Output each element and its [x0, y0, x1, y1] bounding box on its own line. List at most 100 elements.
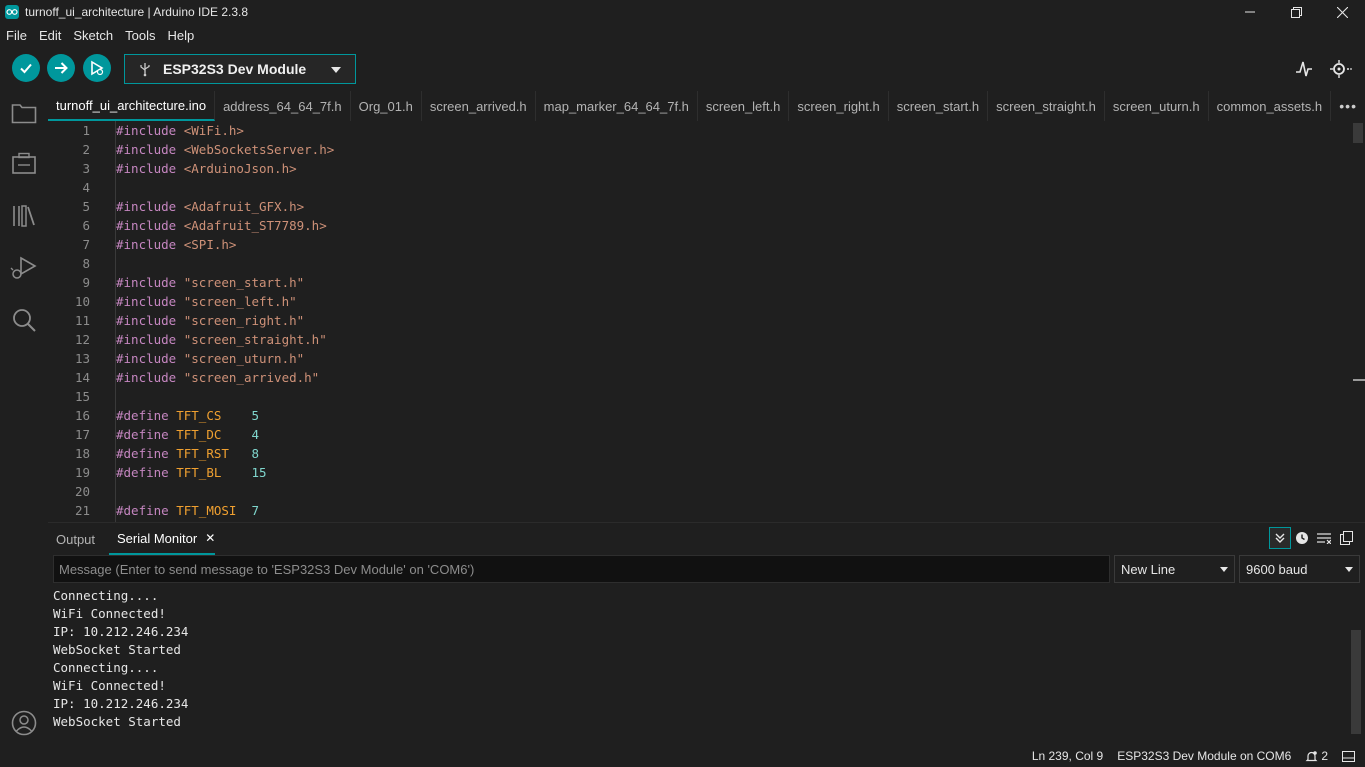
status-bar: Ln 239, Col 9 ESP32S3 Dev Module on COM6… — [0, 745, 1365, 767]
tab-address-64-64-7f[interactable]: address_64_64_7f.h — [215, 91, 351, 121]
preprocessor-keyword: #include — [116, 218, 177, 233]
menu-bar: File Edit Sketch Tools Help — [0, 24, 1365, 47]
tab-screen-uturn[interactable]: screen_uturn.h — [1105, 91, 1209, 121]
code-text: #define TFT_CS 5 — [116, 408, 259, 423]
debug-button[interactable] — [83, 54, 111, 82]
restore-button[interactable] — [1273, 0, 1319, 24]
line-number: 10 — [74, 294, 90, 309]
menu-help[interactable]: Help — [167, 28, 194, 43]
code-text: #define TFT_BL 15 — [116, 465, 267, 480]
macro-name: TFT_DC — [176, 427, 222, 442]
serial-scrollbar[interactable] — [1351, 630, 1361, 734]
tab-screen-right[interactable]: screen_right.h — [789, 91, 889, 121]
profile-button[interactable] — [10, 709, 38, 737]
serial-monitor-button[interactable] — [1328, 57, 1352, 81]
menu-sketch[interactable]: Sketch — [73, 28, 113, 43]
line-number: 14 — [74, 370, 90, 385]
board-icon — [12, 152, 36, 174]
board-port-status[interactable]: ESP32S3 Dev Module on COM6 — [1117, 749, 1291, 763]
serial-message-input[interactable] — [53, 555, 1110, 583]
include-path: <SPI.h> — [183, 237, 237, 252]
code-text: #include <ArduinoJson.h> — [116, 161, 297, 176]
tab-map-marker[interactable]: map_marker_64_64_7f.h — [536, 91, 698, 121]
more-tabs-button[interactable]: ••• — [1339, 91, 1357, 121]
tab-org-01[interactable]: Org_01.h — [351, 91, 422, 121]
tab-screen-start[interactable]: screen_start.h — [889, 91, 989, 121]
minimize-button[interactable] — [1227, 0, 1273, 24]
search-button[interactable] — [10, 306, 38, 334]
menu-file[interactable]: File — [6, 28, 27, 43]
debug-panel-button[interactable] — [10, 254, 38, 282]
baud-rate-select[interactable]: 9600 baud — [1239, 555, 1360, 583]
line-number: 7 — [82, 237, 90, 252]
line-number: 1 — [82, 123, 90, 138]
editor-scrollbar[interactable] — [1353, 121, 1365, 522]
tab-serial-monitor[interactable]: Serial Monitor ✕ — [109, 523, 216, 555]
macro-name: TFT_RST — [176, 446, 229, 461]
double-chevron-down-icon — [1275, 533, 1285, 543]
line-number: 12 — [74, 332, 90, 347]
line-ending-value: New Line — [1121, 561, 1176, 577]
sketchbook-button[interactable] — [10, 99, 38, 127]
chevron-down-icon — [331, 67, 341, 73]
clear-output-button[interactable] — [1313, 527, 1335, 549]
menu-edit[interactable]: Edit — [39, 28, 61, 43]
include-path: "screen_arrived.h" — [183, 370, 320, 385]
line-ending-select[interactable]: New Line — [1114, 555, 1235, 583]
boards-manager-button[interactable] — [10, 150, 38, 178]
autoscroll-toggle[interactable] — [1269, 527, 1291, 549]
upload-button[interactable] — [47, 54, 75, 82]
tab-common-assets[interactable]: common_assets.h — [1209, 91, 1332, 121]
code-line: 11 #include "screen_right.h" — [48, 311, 1348, 330]
preprocessor-keyword: #define — [116, 446, 169, 461]
clock-icon — [1296, 532, 1308, 544]
serial-line: WiFi Connected! — [53, 678, 166, 693]
chevron-down-icon — [1345, 567, 1353, 572]
macro-name: TFT_CS — [176, 408, 222, 423]
code-line: 2 #include <WebSocketsServer.h> — [48, 140, 1348, 159]
tab-turnoff-ui-architecture[interactable]: turnoff_ui_architecture.ino — [48, 91, 216, 121]
board-name: ESP32S3 Dev Module — [163, 61, 307, 77]
timestamp-toggle[interactable] — [1291, 527, 1313, 549]
code-line: 19 #define TFT_BL 15 — [48, 463, 1348, 482]
verify-button[interactable] — [12, 54, 40, 82]
macro-value: 4 — [251, 427, 260, 442]
preprocessor-keyword: #include — [116, 142, 177, 157]
line-number: 4 — [82, 180, 90, 195]
line-number: 8 — [82, 256, 90, 271]
activity-sidebar — [0, 91, 48, 745]
include-path: <WiFi.h> — [183, 123, 244, 138]
menu-tools[interactable]: Tools — [125, 28, 155, 43]
notifications[interactable]: 2 — [1305, 749, 1328, 763]
code-line: 1 #include <WiFi.h> — [48, 121, 1348, 140]
tab-screen-straight[interactable]: screen_straight.h — [988, 91, 1105, 121]
preprocessor-keyword: #include — [116, 161, 177, 176]
tab-output[interactable]: Output — [56, 523, 95, 555]
tab-screen-arrived[interactable]: screen_arrived.h — [422, 91, 536, 121]
close-tab-icon[interactable]: ✕ — [205, 531, 215, 545]
code-editor[interactable]: 1 #include <WiFi.h> 2 #include <WebSocketsS… — [48, 121, 1365, 522]
tab-screen-left[interactable]: screen_left.h — [698, 91, 790, 121]
line-number: 18 — [74, 446, 90, 461]
code-line: 20 — [48, 482, 1348, 501]
preprocessor-keyword: #define — [116, 408, 169, 423]
toggle-panel-button[interactable] — [1342, 750, 1355, 762]
copy-output-button[interactable] — [1335, 527, 1357, 549]
include-path: "screen_left.h" — [183, 294, 297, 309]
board-selector[interactable]: ESP32S3 Dev Module — [124, 54, 356, 84]
code-line: 14 #include "screen_arrived.h" — [48, 368, 1348, 387]
cursor-position[interactable]: Ln 239, Col 9 — [1032, 749, 1103, 763]
close-window-button[interactable] — [1319, 0, 1365, 24]
include-path: <WebSocketsServer.h> — [183, 142, 335, 157]
preprocessor-keyword: #include — [116, 313, 177, 328]
library-manager-button[interactable] — [10, 202, 38, 230]
code-text: #define TFT_DC 4 — [116, 427, 259, 442]
clear-list-icon — [1317, 533, 1331, 544]
serial-monitor-icon — [1330, 60, 1352, 78]
usb-icon — [140, 63, 150, 77]
preprocessor-keyword: #define — [116, 503, 169, 518]
include-path: "screen_uturn.h" — [183, 351, 305, 366]
serial-plotter-button[interactable] — [1292, 57, 1316, 81]
code-text: #define TFT_MOSI 7 — [116, 503, 259, 518]
editor-scroll-thumb[interactable] — [1353, 123, 1363, 143]
